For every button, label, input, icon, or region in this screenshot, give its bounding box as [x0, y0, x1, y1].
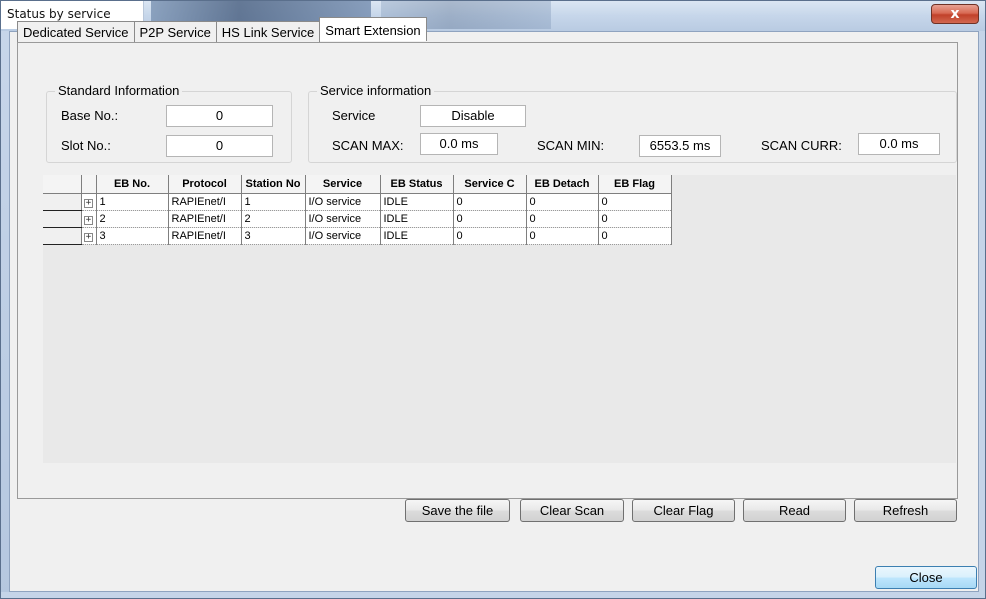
table-row[interactable]: + 1 RAPIEnet/I 1 I/O service IDLE 0 0 0 — [43, 193, 672, 211]
expand-cell[interactable]: + — [81, 227, 97, 245]
window-close-icon[interactable]: x — [931, 4, 979, 24]
expand-plus-icon[interactable]: + — [84, 232, 93, 242]
base-no-field: 0 — [166, 105, 273, 127]
row-selector[interactable] — [43, 227, 82, 245]
cell-service[interactable]: I/O service — [305, 227, 381, 245]
base-no-label: Base No.: — [61, 108, 119, 123]
column-header-service-count[interactable]: Service C — [453, 175, 527, 194]
scan-max-field: 0.0 ms — [420, 133, 498, 155]
cell-service-count[interactable]: 0 — [453, 227, 527, 245]
window-border-left — [1, 31, 9, 598]
slot-no-field: 0 — [166, 135, 273, 157]
column-header-eb-status[interactable]: EB Status — [380, 175, 454, 194]
column-header-eb-detach[interactable]: EB Detach — [526, 175, 599, 194]
row-selector[interactable] — [43, 193, 82, 211]
grid-expand-header — [81, 175, 97, 194]
column-header-eb-no[interactable]: EB No. — [96, 175, 169, 194]
scan-curr-label: SCAN CURR: — [761, 138, 842, 153]
cell-station-no[interactable]: 3 — [241, 227, 306, 245]
column-header-service[interactable]: Service — [305, 175, 381, 194]
cell-eb-detach[interactable]: 0 — [526, 210, 599, 228]
refresh-button[interactable]: Refresh — [854, 499, 957, 522]
tab-hs-link-service[interactable]: HS Link Service — [215, 21, 321, 42]
tab-dedicated-service[interactable]: Dedicated Service — [17, 21, 135, 42]
scan-max-label: SCAN MAX: — [332, 138, 404, 153]
tab-p2p-service[interactable]: P2P Service — [133, 21, 217, 42]
cell-eb-no[interactable]: 1 — [96, 193, 169, 211]
cell-eb-no[interactable]: 2 — [96, 210, 169, 228]
window-border-right — [979, 31, 985, 598]
cell-eb-detach[interactable]: 0 — [526, 227, 599, 245]
status-window: Status by service x Dedicated Service P2… — [0, 0, 986, 599]
clear-scan-button[interactable]: Clear Scan — [520, 499, 624, 522]
save-file-button[interactable]: Save the file — [405, 499, 510, 522]
slot-no-label: Slot No.: — [61, 138, 111, 153]
cell-eb-flag[interactable]: 0 — [598, 227, 672, 245]
cell-protocol[interactable]: RAPIEnet/I — [168, 210, 242, 228]
table-row[interactable]: + 3 RAPIEnet/I 3 I/O service IDLE 0 0 0 — [43, 227, 672, 245]
cell-eb-no[interactable]: 3 — [96, 227, 169, 245]
scan-min-label: SCAN MIN: — [537, 138, 605, 153]
cell-eb-status[interactable]: IDLE — [380, 210, 454, 228]
cell-eb-status[interactable]: IDLE — [380, 193, 454, 211]
clear-flag-button[interactable]: Clear Flag — [632, 499, 735, 522]
row-selector[interactable] — [43, 210, 82, 228]
expand-cell[interactable]: + — [81, 193, 97, 211]
cell-service[interactable]: I/O service — [305, 210, 381, 228]
scan-curr-field: 0.0 ms — [858, 133, 940, 155]
table-row[interactable]: + 2 RAPIEnet/I 2 I/O service IDLE 0 0 0 — [43, 210, 672, 228]
cell-service[interactable]: I/O service — [305, 193, 381, 211]
cell-service-count[interactable]: 0 — [453, 210, 527, 228]
column-header-protocol[interactable]: Protocol — [168, 175, 242, 194]
close-button[interactable]: Close — [875, 566, 977, 589]
expand-plus-icon[interactable]: + — [84, 215, 93, 225]
cell-station-no[interactable]: 2 — [241, 210, 306, 228]
column-header-station-no[interactable]: Station No — [241, 175, 306, 194]
expand-cell[interactable]: + — [81, 210, 97, 228]
window-border-bottom — [1, 592, 985, 598]
expand-plus-icon[interactable]: + — [84, 198, 93, 208]
grid-header-row: EB No. Protocol Station No Service EB St… — [43, 175, 672, 194]
service-label: Service — [332, 108, 376, 123]
cell-eb-detach[interactable]: 0 — [526, 193, 599, 211]
scan-min-field: 6553.5 ms — [639, 135, 721, 157]
cell-protocol[interactable]: RAPIEnet/I — [168, 193, 242, 211]
cell-service-count[interactable]: 0 — [453, 193, 527, 211]
cell-eb-flag[interactable]: 0 — [598, 193, 672, 211]
cell-eb-status[interactable]: IDLE — [380, 227, 454, 245]
tab-smart-extension[interactable]: Smart Extension — [319, 17, 427, 41]
service-tabs: Dedicated Service P2P Service HS Link Se… — [17, 17, 427, 42]
cell-protocol[interactable]: RAPIEnet/I — [168, 227, 242, 245]
grid-row-selector-header — [43, 175, 82, 194]
cell-eb-flag[interactable]: 0 — [598, 210, 672, 228]
eb-status-grid: EB No. Protocol Station No Service EB St… — [43, 175, 672, 245]
standard-information-title: Standard Information — [55, 83, 183, 98]
service-status-field: Disable — [420, 105, 526, 127]
read-button[interactable]: Read — [743, 499, 846, 522]
column-header-eb-flag[interactable]: EB Flag — [598, 175, 672, 194]
service-information-title: Service information — [317, 83, 435, 98]
cell-station-no[interactable]: 1 — [241, 193, 306, 211]
